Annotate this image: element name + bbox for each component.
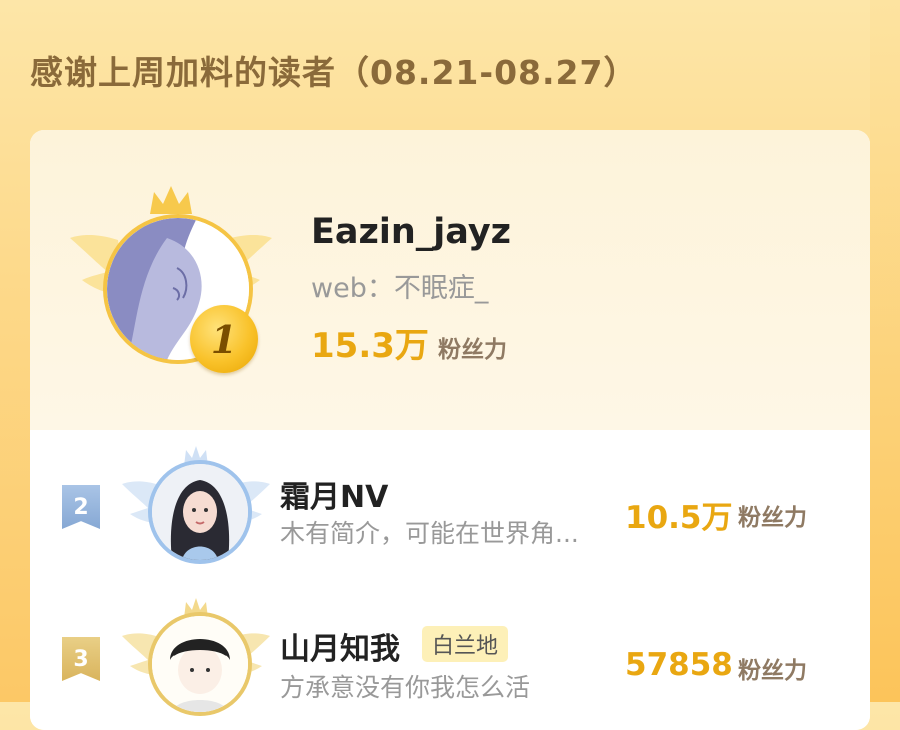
background-edge	[870, 0, 900, 702]
reader-3-avatar[interactable]	[148, 612, 252, 716]
page-title: 感谢上周加料的读者（08.21-08.27）	[30, 53, 638, 92]
reader-3-fan-power-unit: 粉丝力	[738, 658, 807, 684]
reader-2-intro: 木有简介，可能在世界角...	[280, 519, 579, 548]
rank-1-medal-icon: 1	[190, 305, 258, 373]
reader-2-fan-power-value: 10.5万	[625, 500, 733, 536]
comic-boy-avatar-icon	[152, 616, 248, 712]
reader-2-name[interactable]: 霜月NV	[280, 472, 388, 516]
rank-1-number: 1	[210, 316, 238, 362]
reader-1-intro: web：不眠症_	[311, 273, 489, 304]
reader-2-avatar[interactable]	[148, 460, 252, 564]
reader-1-fan-power-value: 15.3万	[311, 326, 429, 366]
reader-3-intro: 方承意没有你我怎么活	[280, 673, 531, 702]
reader-1-fan-power-unit: 粉丝力	[438, 337, 507, 363]
reader-3-name[interactable]: 山月知我	[280, 624, 400, 668]
reader-2-fan-power-unit: 粉丝力	[738, 505, 807, 531]
rank-2-number: 2	[73, 494, 89, 520]
reader-3-fan-power-value: 57858	[625, 647, 733, 683]
girl-avatar-icon	[152, 464, 248, 560]
reader-3-tag: 白兰地	[422, 626, 509, 662]
rank-3-number: 3	[73, 646, 89, 672]
reader-1-name[interactable]: Eazin_jayz	[311, 212, 511, 252]
